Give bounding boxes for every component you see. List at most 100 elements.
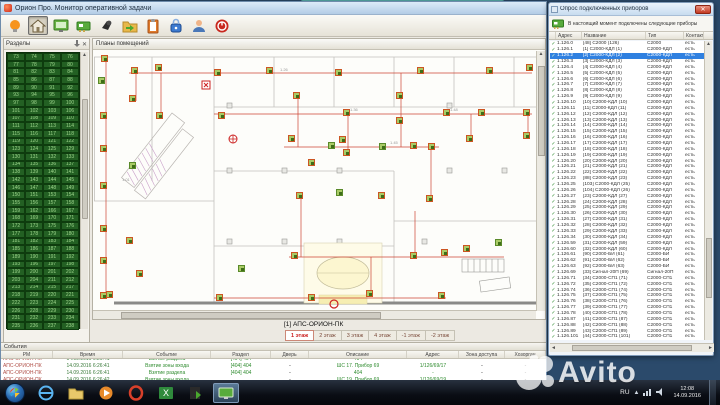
tray-expand-icon[interactable]: ▲ [634,390,640,396]
section-cell[interactable]: 230 [61,306,79,315]
section-cell[interactable]: 113 [43,122,61,130]
scrollbar-thumb[interactable] [121,311,381,319]
section-cell[interactable]: 124 [25,145,43,153]
section-cell[interactable]: 212 [61,275,79,284]
column-header[interactable]: Адрес [407,351,459,358]
floor-tab[interactable]: 3 этаж [341,330,370,341]
section-cell[interactable]: 131 [25,152,43,161]
section-cell[interactable]: 153 [43,191,61,200]
device-row[interactable]: ✓ 1.126.19 [19] С2000-КДЛ (19) С2000-КДЛ ест… [550,152,706,158]
section-cell[interactable]: 110 [61,114,79,123]
events-rows[interactable]: АПС-ОРИОН-ПК 14.09.2016 6:26:41 Взятие раз… [1,359,546,382]
device-row[interactable]: ✓ 1.126.6 [6] С2000-КДЛ (6) С2000-КДЛ есть [550,76,706,82]
events-column-headers[interactable]: РМ Время Событие Раздел Дверь Описание Адрес Зо… [1,351,546,359]
device-row[interactable]: ✓ 1.126.4 [4] С2000-КДЛ (4) С2000-КДЛ есть [550,64,706,70]
section-cell[interactable]: 88 [61,76,79,84]
section-cell[interactable]: 95 [43,91,61,100]
section-cell[interactable]: 232 [25,314,43,323]
section-cell[interactable]: 138 [7,168,25,176]
scroll-up-icon[interactable]: ▲ [706,41,711,48]
section-cell[interactable]: 215 [43,283,61,292]
section-cell[interactable]: 143 [25,176,43,184]
device-row[interactable]: ✓ 1.126.3 [3] С2000-КДЛ (3) С2000-КДЛ есть [550,59,706,65]
section-cell[interactable]: 197 [43,260,61,269]
clipboard-icon[interactable] [143,16,163,35]
device-row[interactable]: ✓ 1.126.14 [14] С2000-КДЛ (14) С2000-КДЛ ест… [550,123,706,129]
section-cell[interactable]: 176 [61,222,79,230]
floor-tab[interactable]: 1 этаж [285,330,315,341]
lamp-icon[interactable] [5,16,25,35]
section-cell[interactable]: 97 [7,99,25,107]
section-cell[interactable]: 83 [43,68,61,77]
detector-icon[interactable] [417,67,424,74]
section-cell[interactable]: 125 [43,145,61,153]
section-cell[interactable]: 133 [61,152,79,161]
section-cell[interactable]: 82 [25,68,43,77]
section-cell[interactable]: 167 [61,206,79,215]
device-row[interactable]: ✓ 1.126.22 [22] С2000-КДЛ (22) С2000-КДЛ ест… [550,170,706,176]
section-cell[interactable]: 118 [61,129,79,138]
detector-icon[interactable] [100,145,107,152]
section-cell[interactable]: 186 [25,245,43,253]
detector-icon[interactable] [308,159,315,166]
section-cell[interactable]: 94 [25,91,43,100]
detector-icon[interactable] [379,143,386,150]
section-cell[interactable]: 91 [43,83,61,92]
column-header[interactable]: Описание [309,351,407,358]
device-column-headers[interactable]: Адрес Название Тип Контакт [549,32,713,40]
section-cell[interactable]: 85 [7,76,25,84]
show-desktop-button[interactable] [709,380,716,405]
detector-icon[interactable] [335,69,342,76]
detector-icon[interactable] [106,291,113,298]
detector-icon[interactable] [443,109,450,116]
section-cell[interactable]: 112 [25,122,43,130]
media-player-icon[interactable] [93,383,119,403]
scrollbar-thumb[interactable] [572,345,692,351]
scroll-right-icon[interactable]: ► [708,345,713,352]
folder-import-icon[interactable] [120,16,140,35]
detector-icon[interactable] [396,92,403,99]
section-cell[interactable]: 75 [43,53,61,61]
device-horizontal-scrollbar[interactable]: ◄ ► [550,343,714,352]
section-cell[interactable]: 73 [7,53,25,61]
device-row[interactable]: ✓ 1.126.12 [12] С2000-КДЛ (12) С2000-КДЛ ест… [550,111,706,117]
section-cell[interactable]: 225 [61,299,79,307]
column-header[interactable]: Время [53,351,123,358]
section-cell[interactable]: 86 [25,76,43,84]
section-cell[interactable]: 219 [25,291,43,299]
section-cell[interactable]: 238 [61,322,79,330]
device-row[interactable]: ✓ 1.126.60 [32] С2000-КДЛ (60) С2000-КДЛ ест… [550,246,706,252]
section-cell[interactable]: 237 [43,322,61,330]
cross-circle-marker[interactable] [228,131,238,149]
detector-icon[interactable] [308,294,315,301]
section-cell[interactable]: 220 [43,291,61,299]
device-row[interactable]: ✓ 1.126.75 [37] С2000-СП1 (75) С2000-СП1 ест… [550,293,706,299]
checkbox-column[interactable] [549,32,556,39]
section-cell[interactable]: 213 [7,283,25,292]
section-cell[interactable]: 137 [61,160,79,169]
floor-tab[interactable]: 2 этаж [314,330,342,341]
section-cell[interactable]: 226 [7,306,25,315]
detector-icon[interactable] [328,142,335,149]
section-cell[interactable]: 101 [7,106,25,115]
detector-icon[interactable] [100,225,107,232]
device-row[interactable]: ✓ 1.126.11 [11] С2000-КДЛ (11) С2000-КДЛ ест… [550,105,706,111]
section-cell[interactable]: 156 [25,199,43,207]
taskbar-clock[interactable]: 12:08 14.09.2016 [669,386,705,399]
circle-marker[interactable] [329,296,339,311]
column-header[interactable]: Событие [123,351,211,358]
device-row[interactable]: ✓ 1.126.10 [10] С2000-КДЛ (10) С2000-КДЛ ест… [550,100,706,106]
device-row[interactable]: ✓ 1.126.77 [39] С2000-СП1 (77) С2000-СП1 ест… [550,305,706,311]
section-cell[interactable]: 203 [7,275,25,284]
orion-app-icon[interactable] [213,382,239,403]
device-row[interactable]: ✓ 1.126.28 [24] С2000-КДЛ (28) С2000-КДЛ ест… [550,199,706,205]
column-header[interactable]: Тип [646,32,684,39]
section-cell[interactable]: 93 [7,91,25,100]
section-cell[interactable]: 187 [43,245,61,253]
scrollbar-thumb[interactable] [81,99,88,219]
scroll-left-icon[interactable]: ◄ [551,345,556,352]
detector-icon[interactable] [523,109,530,116]
section-cell[interactable]: 84 [61,68,79,77]
section-cell[interactable]: 235 [7,322,25,330]
section-cell[interactable]: 162 [25,206,43,215]
